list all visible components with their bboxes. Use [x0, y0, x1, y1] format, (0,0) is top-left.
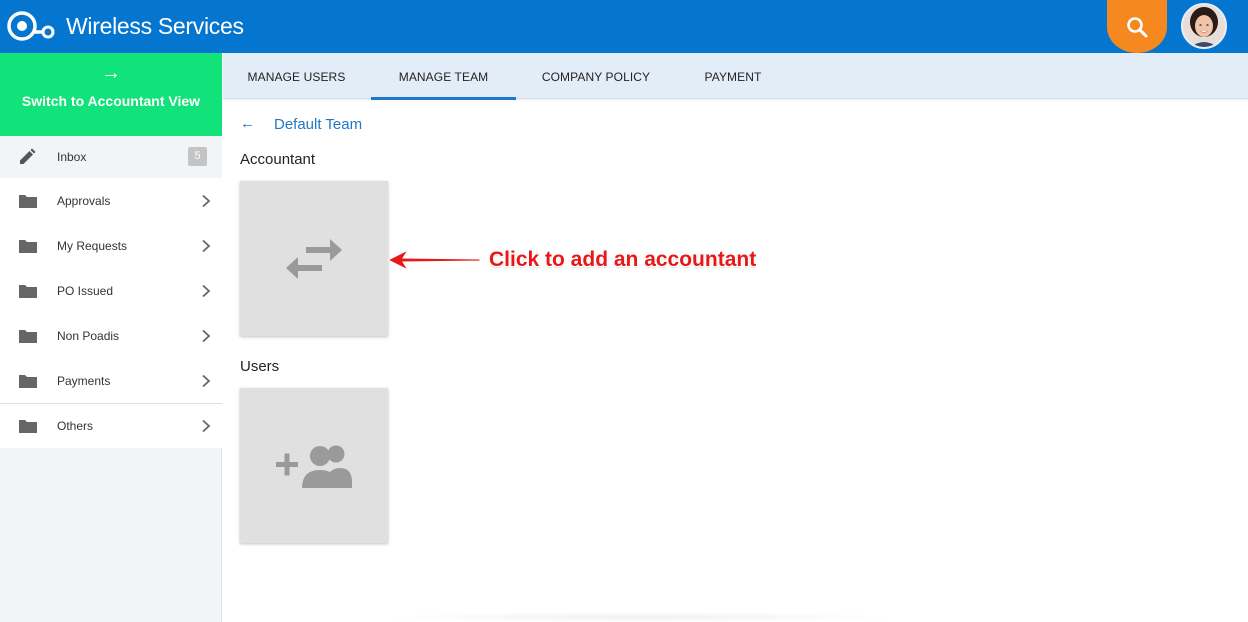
- chevron-right-icon: [202, 194, 211, 207]
- sidebar-item-label: Inbox: [57, 150, 87, 164]
- switch-view-label: Switch to Accountant View: [21, 93, 201, 109]
- folder-icon: [19, 374, 37, 388]
- sidebar-item-label: PO Issued: [57, 283, 114, 298]
- chevron-right-icon: [202, 329, 211, 342]
- sidebar-item-label: Non Poadis: [57, 328, 120, 343]
- sidebar-item-my-requests[interactable]: My Requests: [0, 223, 222, 268]
- inbox-count-badge: 5: [188, 147, 207, 166]
- tab-manage-users[interactable]: MANAGE USERS: [239, 53, 354, 99]
- annotation-text: Click to add an accountant: [489, 248, 757, 271]
- search-button[interactable]: [1107, 0, 1167, 53]
- sidebar-item-label: Others: [57, 419, 94, 433]
- folder-icon: [19, 194, 37, 208]
- add-users-card[interactable]: [240, 388, 388, 543]
- sidebar-item-label: My Requests: [57, 238, 128, 253]
- add-accountant-card[interactable]: [240, 181, 388, 336]
- back-arrow-icon[interactable]: ←: [240, 115, 255, 132]
- add-group-icon: [276, 445, 352, 488]
- arrow-right-icon: →: [101, 62, 121, 84]
- avatar-portrait-icon: [1183, 5, 1225, 47]
- team-title[interactable]: Default Team: [274, 116, 362, 133]
- tab-company-policy[interactable]: COMPANY POLICY: [533, 53, 659, 99]
- chevron-right-icon: [202, 374, 211, 387]
- sidebar-item-payments[interactable]: Payments: [0, 358, 222, 403]
- sidebar: → Switch to Accountant View Inbox 5 Appr…: [0, 53, 222, 622]
- tab-manage-team[interactable]: MANAGE TEAM: [371, 53, 516, 100]
- app-title: Wireless Services: [66, 13, 244, 39]
- annotation-arrow-icon: [386, 248, 481, 272]
- top-bar: Wireless Services: [0, 0, 1248, 53]
- sidebar-item-others[interactable]: Others: [0, 403, 222, 448]
- chevron-right-icon: [202, 284, 211, 297]
- tab-bar: MANAGE USERS MANAGE TEAM COMPANY POLICY …: [223, 53, 1248, 100]
- users-section-label: Users: [240, 358, 280, 375]
- sidebar-item-approvals[interactable]: Approvals: [0, 178, 222, 223]
- swap-arrows-icon: [286, 238, 342, 279]
- tab-payment[interactable]: PAYMENT: [693, 53, 773, 99]
- folder-icon: [19, 329, 37, 343]
- sidebar-item-non-poadis[interactable]: Non Poadis: [0, 313, 222, 358]
- folder-icon: [19, 284, 37, 298]
- sidebar-item-label: Payments: [57, 373, 111, 388]
- accountant-section-label: Accountant: [240, 151, 316, 168]
- chevron-right-icon: [202, 239, 211, 252]
- chevron-right-icon: [202, 419, 211, 433]
- switch-to-accountant-view-button[interactable]: → Switch to Accountant View: [0, 53, 222, 136]
- sidebar-item-po-issued[interactable]: PO Issued: [0, 268, 222, 313]
- pencil-icon: [20, 148, 36, 164]
- folder-icon: [19, 239, 37, 253]
- search-icon: [1127, 16, 1148, 37]
- sidebar-menu: Inbox 5 Approvals My Requests PO Issued …: [0, 136, 222, 448]
- sidebar-item-inbox[interactable]: Inbox 5: [0, 136, 222, 178]
- bottom-shadow: [380, 612, 900, 622]
- user-avatar[interactable]: [1181, 3, 1227, 49]
- logo-rings-icon[interactable]: [6, 10, 56, 42]
- sidebar-item-label: Approvals: [57, 193, 111, 208]
- folder-icon: [19, 420, 37, 433]
